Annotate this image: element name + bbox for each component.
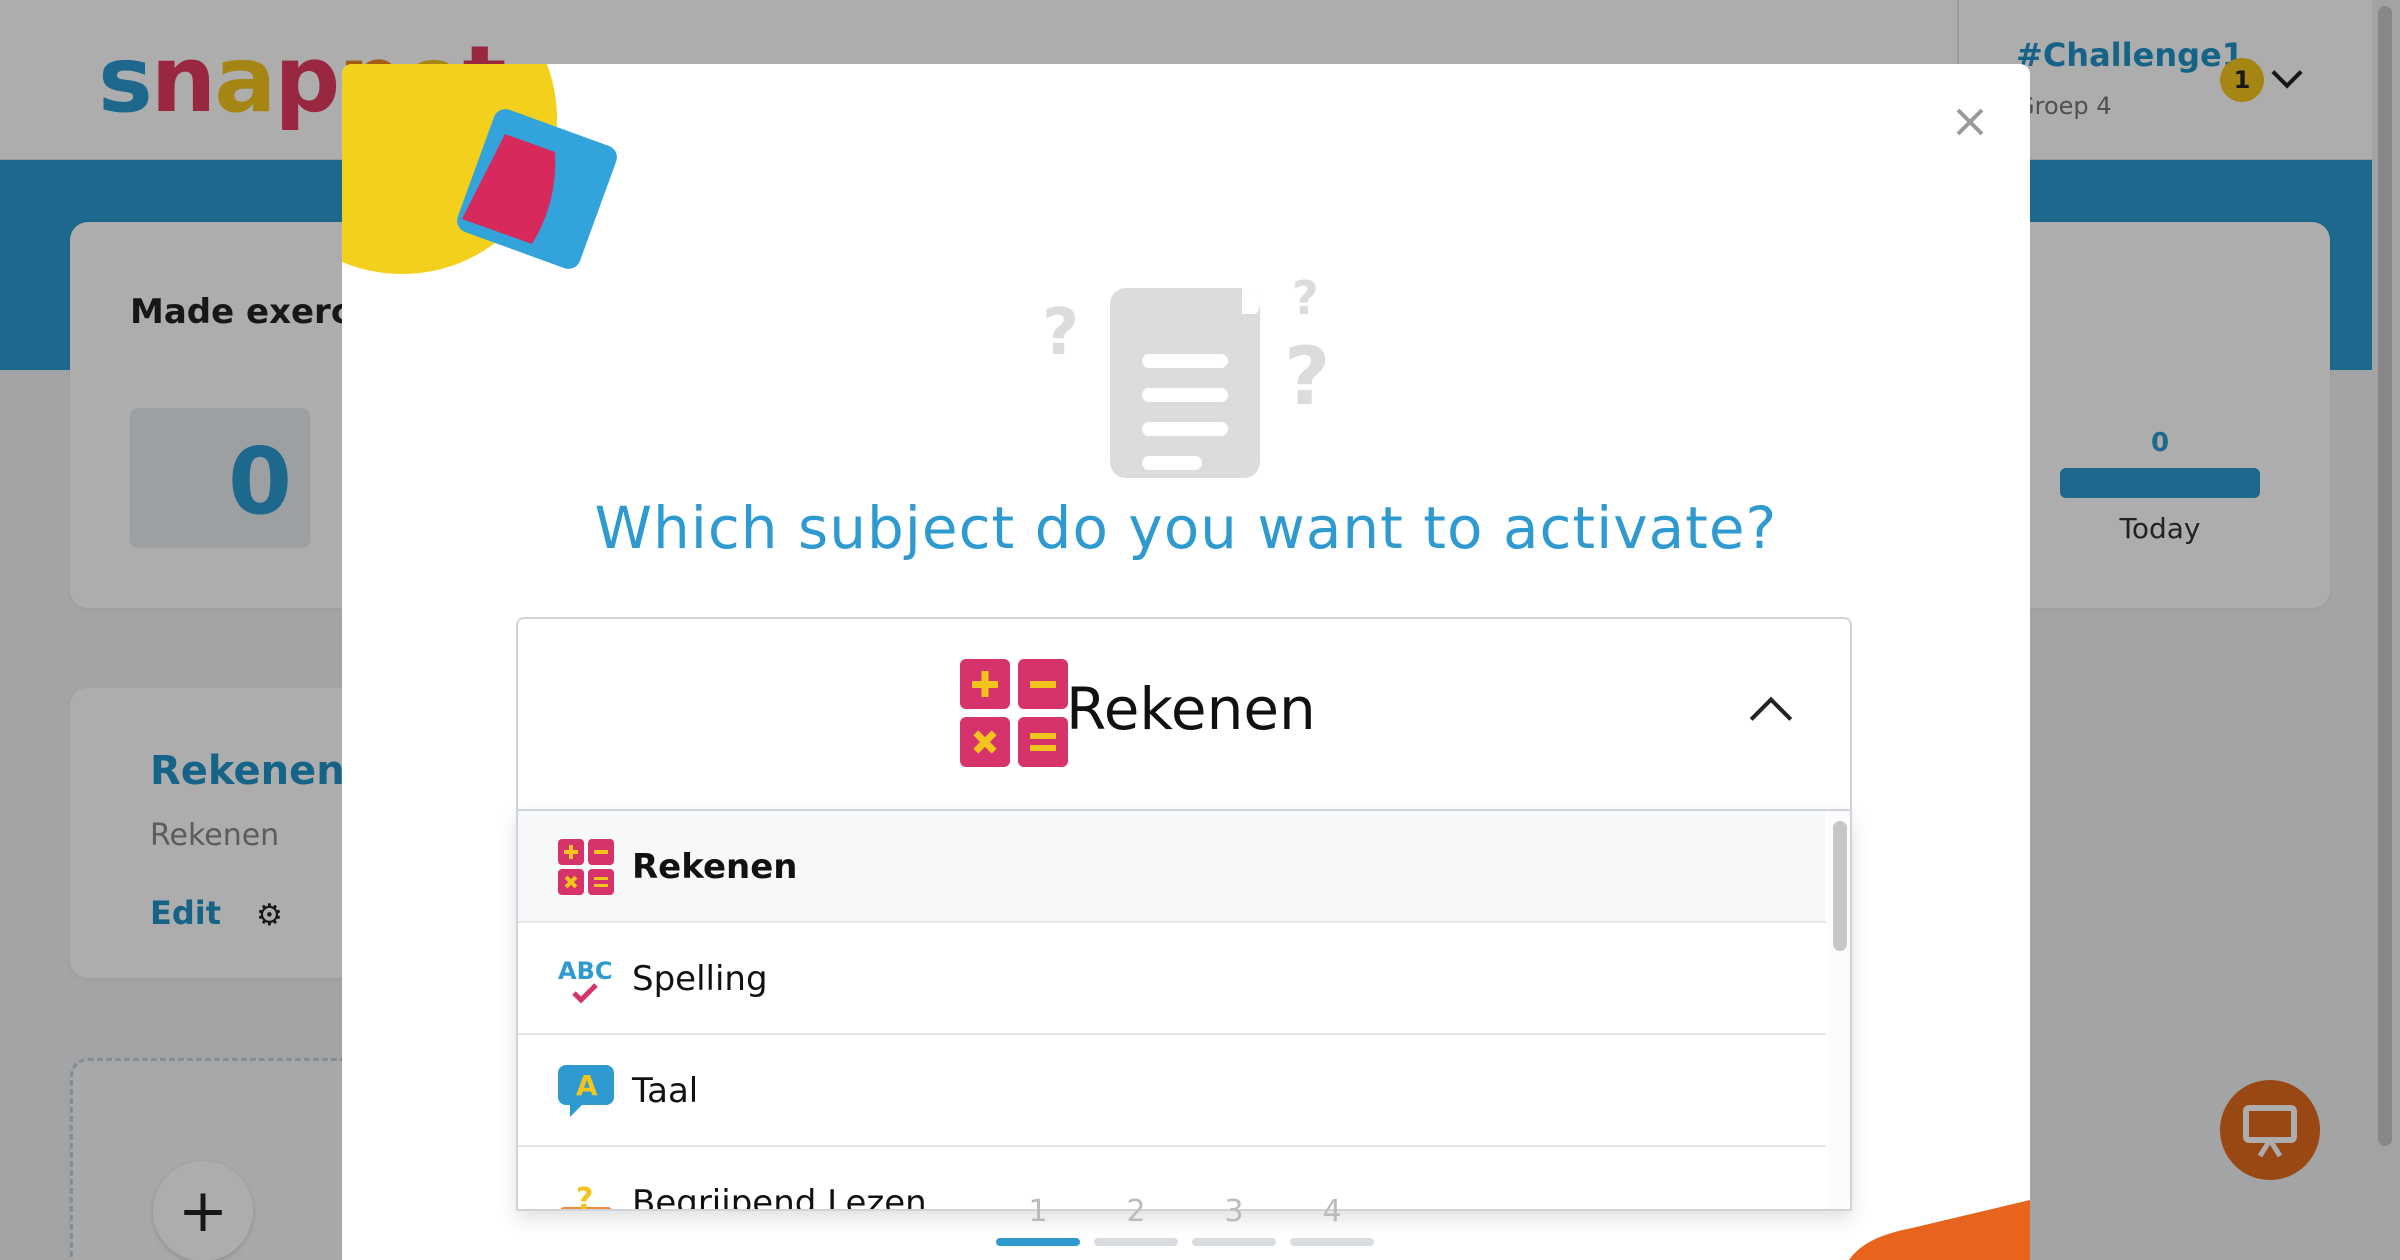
step-number: 3 [1224,1194,1244,1229]
option-label: Spelling [632,959,768,999]
dropdown-scrollbar-thumb[interactable] [1833,821,1847,951]
svg-text:ABC: ABC [558,957,612,985]
decorative-orange-shape [1849,1200,2030,1260]
selected-subject-label: Rekenen [1066,675,1316,743]
close-icon[interactable] [1942,94,1998,150]
book-icon: ? [560,1182,612,1211]
step-bar [1290,1238,1374,1246]
svg-text:A: A [576,1069,598,1102]
option-label: Rekenen [632,847,798,887]
step-number: 4 [1322,1194,1342,1229]
option-label: Taal [632,1071,699,1111]
book-question-illustration: ? ? ? [1042,271,1330,478]
subject-modal: ? ? ? Which subject do you want to activ… [342,64,2030,1260]
step-number: 1 [1028,1194,1048,1229]
step-indicator: 1 2 3 4 [996,1194,1396,1254]
svg-text:?: ? [1042,296,1079,370]
step-bar [1094,1238,1178,1246]
option-taal[interactable]: A Taal [518,1035,1826,1147]
speech-bubble-icon: A [558,1065,614,1117]
step-bar-active [996,1238,1080,1246]
step-number: 2 [1126,1194,1146,1229]
subject-select[interactable]: Rekenen [516,617,1852,811]
dropdown-scrollbar[interactable] [1828,811,1850,1209]
decorative-shapes [342,64,617,274]
svg-text:?: ? [576,1182,593,1211]
subject-dropdown-list: Rekenen ABC Spelling A Taal ? Begrijpend… [516,809,1852,1211]
option-spelling[interactable]: ABC Spelling [518,923,1826,1035]
svg-text:?: ? [1284,330,1330,423]
svg-text:?: ? [1292,271,1319,325]
chevron-up-icon[interactable] [1749,696,1793,740]
math-icon [960,659,1068,767]
step-bar [1192,1238,1276,1246]
option-rekenen[interactable]: Rekenen [518,811,1826,923]
abc-icon: ABC [558,957,612,1004]
modal-question: Which subject do you want to activate? [594,494,1778,562]
option-label: Begrijpend Lezen [632,1183,927,1211]
math-icon [558,839,614,895]
